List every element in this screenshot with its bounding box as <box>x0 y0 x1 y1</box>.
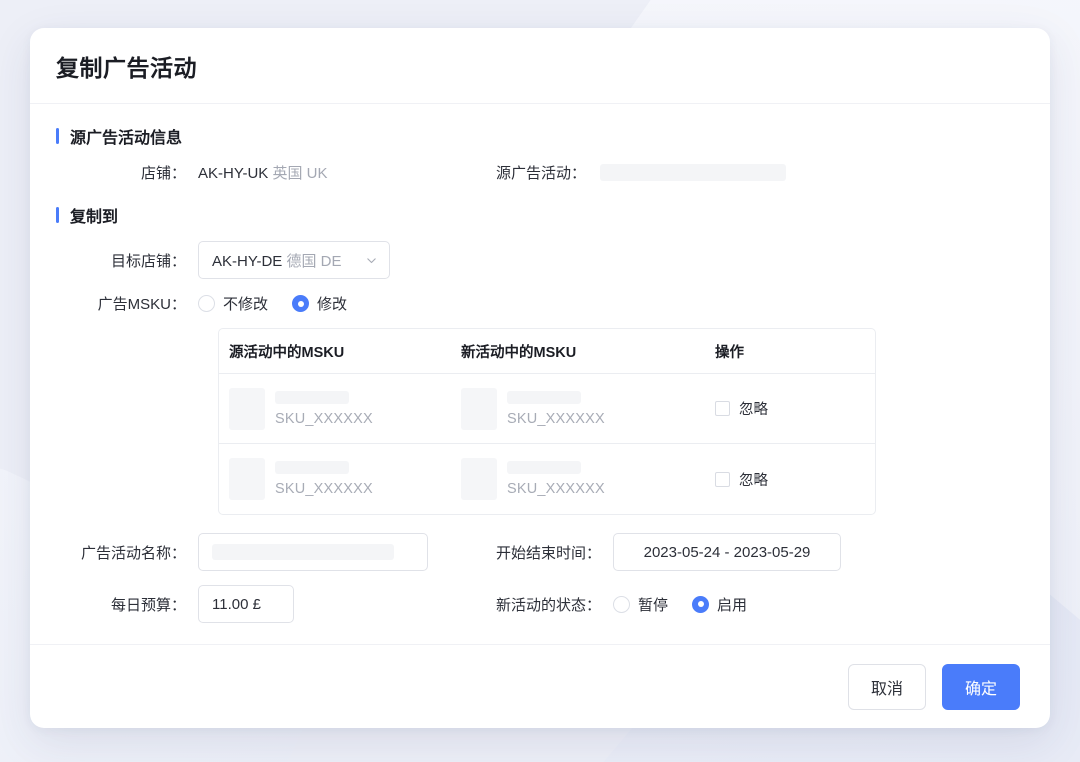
sku-info: SKU_XXXXXX <box>507 458 605 497</box>
cancel-button[interactable]: 取消 <box>847 663 926 710</box>
radio-msku-no-change[interactable]: 不修改 <box>198 293 268 314</box>
status-radio-group: 暂停 启用 <box>613 594 747 615</box>
target-store-region: 德国 DE <box>286 252 342 270</box>
source-msku-cell: SKU_XXXXXX <box>229 387 461 430</box>
source-campaign-field: 源广告活动： <box>496 162 1024 183</box>
checkbox-icon <box>715 401 730 416</box>
target-store-code: AK-HY-DE <box>212 252 283 270</box>
campaign-name-field: 广告活动名称： <box>56 533 496 571</box>
target-store-select[interactable]: AK-HY-DE 德国 DE <box>198 241 390 279</box>
column-header-source-msku: 源活动中的MSKU <box>229 344 345 361</box>
source-campaign-label: 源广告活动： <box>496 165 587 182</box>
section-heading: 复制到 <box>70 209 119 226</box>
radio-label: 修改 <box>317 296 348 313</box>
section-source-campaign-info: 源广告活动信息 <box>56 124 1024 148</box>
status-field: 新活动的状态： 暂停 启用 <box>496 594 1024 615</box>
store-region: 英国 UK <box>272 165 328 182</box>
store-value: AK-HY-UK 英国 UK <box>198 162 328 183</box>
daily-budget-field: 每日预算： 11.00 £ <box>56 585 496 623</box>
campaign-name-input[interactable] <box>198 533 428 571</box>
radio-label: 暂停 <box>638 596 669 614</box>
radio-status-enabled[interactable]: 启用 <box>692 594 747 615</box>
product-thumbnail <box>229 387 265 430</box>
target-store-label: 目标店铺： <box>110 252 186 270</box>
store-code: AK-HY-UK <box>198 165 269 182</box>
campaign-name-value-redacted <box>212 544 394 560</box>
radio-label: 不修改 <box>223 296 269 313</box>
date-range-input[interactable]: 2023-05-24 - 2023-05-29 <box>613 533 842 571</box>
product-title-redacted <box>507 390 581 404</box>
daily-budget-label: 每日预算： <box>110 596 186 614</box>
section-accent-bar <box>56 128 59 144</box>
target-store-selected-text: AK-HY-DE 德国 DE <box>212 250 342 271</box>
radio-msku-change[interactable]: 修改 <box>292 293 347 314</box>
action-cell: 忽略 <box>715 398 865 419</box>
radio-icon-selected <box>292 295 310 312</box>
confirm-button[interactable]: 确定 <box>941 663 1020 710</box>
new-msku-cell: SKU_XXXXXX <box>461 387 715 430</box>
radio-icon <box>198 295 215 312</box>
sku-info: SKU_XXXXXX <box>507 388 605 427</box>
product-thumbnail <box>229 458 265 500</box>
radio-label: 启用 <box>717 596 748 614</box>
table-row: SKU_XXXXXX SKU_XXXXXX 忽略 <box>219 374 875 444</box>
sku-info: SKU_XXXXXX <box>275 388 373 427</box>
source-campaign-value-redacted <box>600 164 787 181</box>
radio-icon-selected <box>692 595 710 613</box>
ignore-checkbox[interactable]: 忽略 <box>715 469 865 490</box>
checkbox-label: 忽略 <box>739 402 768 418</box>
table-row: SKU_XXXXXX SKU_XXXXXX 忽略 <box>219 444 875 514</box>
section-accent-bar <box>56 207 59 223</box>
product-title-redacted <box>275 461 349 474</box>
source-info-row: 店铺： AK-HY-UK 英国 UK 源广告活动： <box>56 162 1024 183</box>
name-and-date-row: 广告活动名称： 开始结束时间： 2023-05-24 - 2023-05-29 <box>56 533 1024 571</box>
section-heading: 源广告活动信息 <box>70 130 183 147</box>
radio-status-paused[interactable]: 暂停 <box>613 594 668 615</box>
radio-icon <box>613 595 631 613</box>
msku-mode-radio-group: 不修改 修改 <box>198 293 347 314</box>
new-msku-cell: SKU_XXXXXX <box>461 458 715 500</box>
product-thumbnail <box>461 387 497 430</box>
modal-body: 源广告活动信息 店铺： AK-HY-UK 英国 UK 源广告活动： 复制到 目标… <box>30 104 1050 644</box>
msku-mode-label: 广告MSKU： <box>97 296 186 313</box>
product-thumbnail <box>461 458 497 500</box>
product-title-redacted <box>275 390 349 404</box>
sku-code: SKU_XXXXXX <box>507 410 605 427</box>
msku-mapping-table: 源活动中的MSKU 新活动中的MSKU 操作 SKU_XXXXXX SKU_XX… <box>218 328 876 515</box>
sku-info: SKU_XXXXXX <box>275 458 373 497</box>
sku-code: SKU_XXXXXX <box>275 481 373 497</box>
action-cell: 忽略 <box>715 469 865 490</box>
budget-and-status-row: 每日预算： 11.00 £ 新活动的状态： 暂停 启用 <box>56 585 1024 623</box>
ignore-checkbox[interactable]: 忽略 <box>715 398 865 419</box>
status-label: 新活动的状态： <box>496 596 602 614</box>
section-copy-to: 复制到 <box>56 203 1024 227</box>
modal-footer: 取消 确定 <box>30 644 1050 728</box>
msku-mode-row: 广告MSKU： 不修改 修改 <box>56 293 1024 314</box>
sku-code: SKU_XXXXXX <box>275 410 373 427</box>
sku-code: SKU_XXXXXX <box>507 481 605 497</box>
copy-campaign-modal: 复制广告活动 源广告活动信息 店铺： AK-HY-UK 英国 UK 源广告活动： <box>30 28 1050 728</box>
page-title: 复制广告活动 <box>56 54 197 81</box>
store-field: 店铺： AK-HY-UK 英国 UK <box>56 162 496 183</box>
source-msku-cell: SKU_XXXXXX <box>229 458 461 500</box>
product-title-redacted <box>507 461 581 474</box>
chevron-down-icon <box>365 254 378 267</box>
modal-header: 复制广告活动 <box>30 28 1050 104</box>
campaign-name-label: 广告活动名称： <box>80 544 186 562</box>
table-header-row: 源活动中的MSKU 新活动中的MSKU 操作 <box>219 329 875 374</box>
store-label: 店铺： <box>140 165 186 182</box>
column-header-action: 操作 <box>715 344 744 361</box>
date-range-field: 开始结束时间： 2023-05-24 - 2023-05-29 <box>496 533 1024 571</box>
column-header-new-msku: 新活动中的MSKU <box>461 344 577 361</box>
checkbox-label: 忽略 <box>739 472 768 489</box>
date-range-label: 开始结束时间： <box>496 544 602 562</box>
target-store-row: 目标店铺： AK-HY-DE 德国 DE <box>56 241 1024 279</box>
daily-budget-input[interactable]: 11.00 £ <box>198 585 294 623</box>
checkbox-icon <box>715 471 730 487</box>
